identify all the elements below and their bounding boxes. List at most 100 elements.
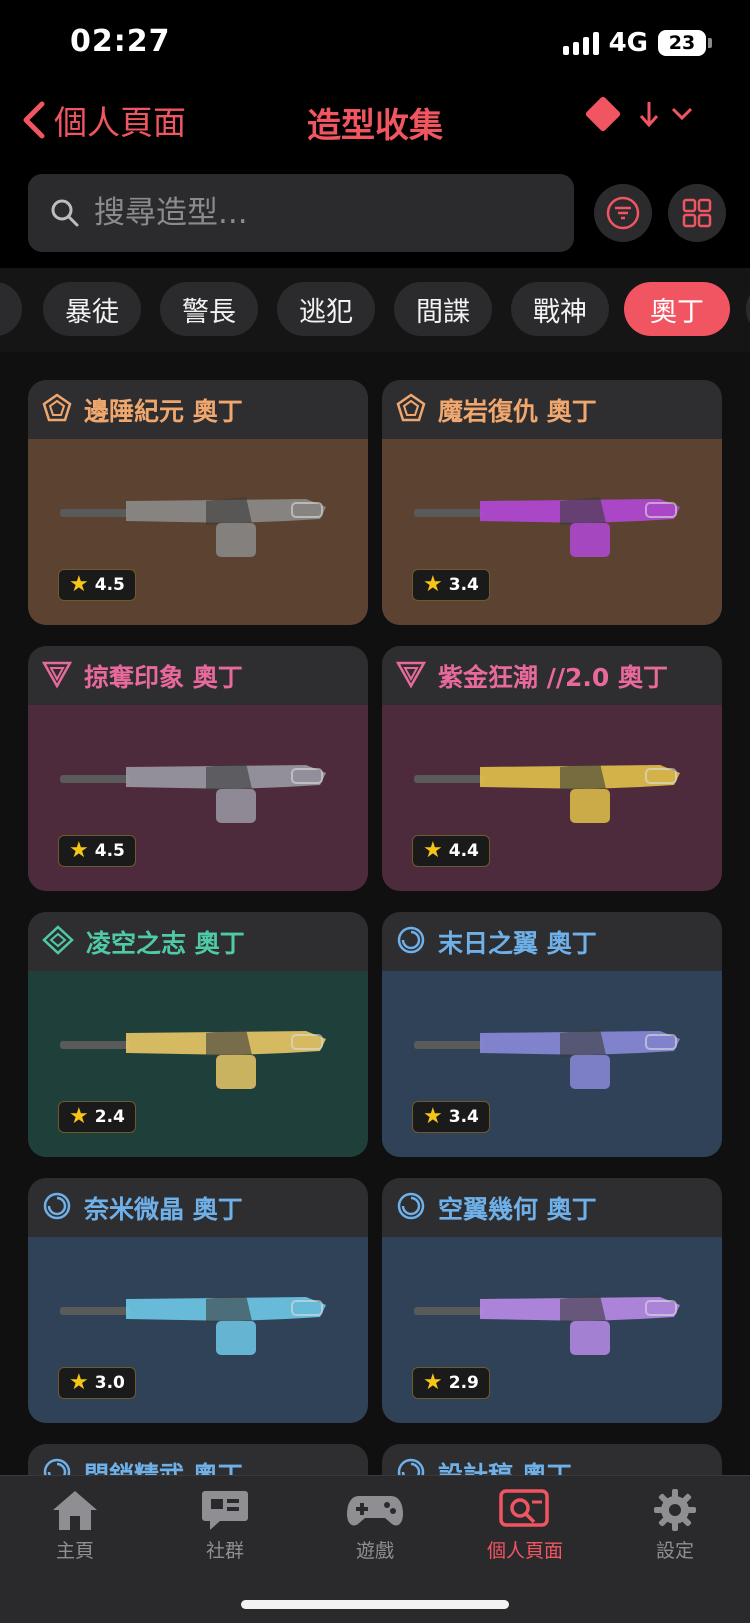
skin-card[interactable]: 閃銷精武 奧丁 xyxy=(28,1444,368,1475)
skin-card-header: 紫金狂潮 //2.0 奧丁 xyxy=(382,646,722,705)
grid-icon xyxy=(682,198,712,228)
star-icon: ★ xyxy=(69,1370,89,1395)
skin-card-header: 凌空之志 奧丁 xyxy=(28,912,368,971)
skin-name: 閃銷精武 奧丁 xyxy=(84,1460,243,1476)
skin-card-header: 設計稿 奧丁 xyxy=(382,1444,722,1475)
nav-games[interactable]: 遊戲 xyxy=(315,1488,435,1563)
star-icon: ★ xyxy=(69,572,89,597)
skin-preview: ★ 4.5 xyxy=(28,439,368,625)
skin-card-header: 邊陲紀元 奧丁 xyxy=(28,380,368,439)
skin-preview: ★ 4.4 xyxy=(382,705,722,891)
skin-card[interactable]: 凌空之志 奧丁 ★ 2.4 xyxy=(28,912,368,1157)
signal-icon xyxy=(562,31,599,55)
nav-label: 社群 xyxy=(205,1540,244,1562)
star-icon: ★ xyxy=(423,1104,443,1129)
nav-label: 主頁 xyxy=(55,1540,94,1562)
weapon-tabs: 暴徒 警長 逃犯 間諜 戰神 奧丁 xyxy=(0,268,750,352)
skin-name: 空翼幾何 奧丁 xyxy=(438,1194,597,1224)
tab-weapon[interactable]: 警長 xyxy=(160,282,258,336)
skin-preview: ★ 2.4 xyxy=(28,971,368,1157)
tab-weapon[interactable]: 戰神 xyxy=(511,282,609,336)
skin-card[interactable]: 邊陲紀元 奧丁 ★ 4.5 xyxy=(28,380,368,625)
skin-card[interactable]: 掠奪印象 奧丁 ★ 4.5 xyxy=(28,646,368,891)
grid-view-button[interactable] xyxy=(668,184,726,242)
weapon-image xyxy=(414,1029,680,1089)
arrow-down-icon xyxy=(639,102,659,128)
pentagon-icon xyxy=(42,392,72,427)
rating-value: 4.5 xyxy=(94,575,125,595)
battery-icon: 23 xyxy=(658,30,712,56)
tab-partial[interactable] xyxy=(0,282,22,336)
triangle-icon xyxy=(395,659,427,693)
skin-name: 奈米微晶 奧丁 xyxy=(84,1194,243,1224)
nav-settings[interactable]: 設定 xyxy=(615,1488,735,1563)
skin-preview: ★ 3.0 xyxy=(28,1237,368,1423)
star-icon: ★ xyxy=(423,572,443,597)
rating-value: 2.9 xyxy=(448,1373,479,1393)
weapon-image xyxy=(414,497,680,557)
nav-label: 遊戲 xyxy=(355,1540,394,1562)
search-input[interactable] xyxy=(94,195,534,231)
skin-card[interactable]: 空翼幾何 奧丁 ★ 2.9 xyxy=(382,1178,722,1423)
nav-profile[interactable]: 個人頁面 xyxy=(465,1488,585,1563)
skin-card-header: 掠奪印象 奧丁 xyxy=(28,646,368,705)
skin-name: 邊陲紀元 奧丁 xyxy=(84,396,243,426)
weapon-image xyxy=(60,497,326,557)
skin-card[interactable]: 設計稿 奧丁 xyxy=(382,1444,722,1475)
skin-name: 掠奪印象 奧丁 xyxy=(84,662,243,692)
network-type: 4G xyxy=(608,28,648,58)
search-box[interactable] xyxy=(28,174,574,252)
skin-card[interactable]: 魔岩復仇 奧丁 ★ 3.4 xyxy=(382,380,722,625)
skin-grid: 邊陲紀元 奧丁 ★ 4.5 魔岩復仇 奧丁 ★ 3.4 掠奪印象 奧丁 ★ 4.… xyxy=(0,352,750,1475)
skin-preview: ★ 3.4 xyxy=(382,971,722,1157)
rating-value: 4.4 xyxy=(448,841,479,861)
nav-label: 個人頁面 xyxy=(486,1540,563,1562)
gamepad-icon xyxy=(347,1496,403,1526)
skin-card-header: 空翼幾何 奧丁 xyxy=(382,1178,722,1237)
rating-badge: ★ 3.0 xyxy=(58,1367,136,1399)
search-icon xyxy=(51,199,79,227)
circle-icon xyxy=(42,1457,72,1475)
skin-card[interactable]: 奈米微晶 奧丁 ★ 3.0 xyxy=(28,1178,368,1423)
nav-community[interactable]: 社群 xyxy=(165,1488,285,1563)
skin-name: 設計稿 奧丁 xyxy=(438,1460,572,1476)
tab-weapon-active[interactable]: 奧丁 xyxy=(624,282,730,336)
rating-value: 2.4 xyxy=(94,1107,125,1127)
nav-header: 個人頁面 造型收集 xyxy=(0,84,750,174)
status-time: 02:27 xyxy=(70,24,171,59)
filter-icon xyxy=(606,196,640,230)
weapon-image xyxy=(414,763,680,823)
circle-icon xyxy=(396,1191,426,1225)
star-icon: ★ xyxy=(69,1104,89,1129)
skin-name: 紫金狂潮 //2.0 奧丁 xyxy=(438,662,668,692)
rating-value: 4.5 xyxy=(94,841,125,861)
tab-partial[interactable] xyxy=(746,282,750,336)
rarity-diamond-icon xyxy=(584,95,622,133)
diamond-icon xyxy=(42,924,74,959)
skin-card-header: 閃銷精武 奧丁 xyxy=(28,1444,368,1475)
star-icon: ★ xyxy=(423,838,443,863)
nav-home[interactable]: 主頁 xyxy=(15,1488,135,1563)
skin-card-header: 魔岩復仇 奧丁 xyxy=(382,380,722,439)
rating-badge: ★ 3.4 xyxy=(412,1101,490,1133)
skin-card[interactable]: 紫金狂潮 //2.0 奧丁 ★ 4.4 xyxy=(382,646,722,891)
circle-icon xyxy=(396,1457,426,1475)
home-icon xyxy=(53,1491,97,1530)
skin-name: 末日之翼 奧丁 xyxy=(438,928,597,958)
chat-icon xyxy=(202,1491,248,1530)
profile-search-icon xyxy=(499,1489,549,1527)
weapon-image xyxy=(414,1295,680,1355)
status-bar: 02:27 4G 23 xyxy=(0,0,750,84)
rating-badge: ★ 4.4 xyxy=(412,835,490,867)
star-icon: ★ xyxy=(423,1370,443,1395)
filter-button[interactable] xyxy=(594,184,652,242)
rating-badge: ★ 3.4 xyxy=(412,569,490,601)
rating-value: 3.0 xyxy=(94,1373,125,1393)
skin-card-header: 末日之翼 奧丁 xyxy=(382,912,722,971)
tab-weapon[interactable]: 間諜 xyxy=(394,282,492,336)
sort-control[interactable] xyxy=(584,95,694,133)
skin-card[interactable]: 末日之翼 奧丁 ★ 3.4 xyxy=(382,912,722,1157)
chevron-down-icon xyxy=(671,107,693,121)
tab-weapon[interactable]: 逃犯 xyxy=(277,282,375,336)
tab-weapon[interactable]: 暴徒 xyxy=(43,282,141,336)
